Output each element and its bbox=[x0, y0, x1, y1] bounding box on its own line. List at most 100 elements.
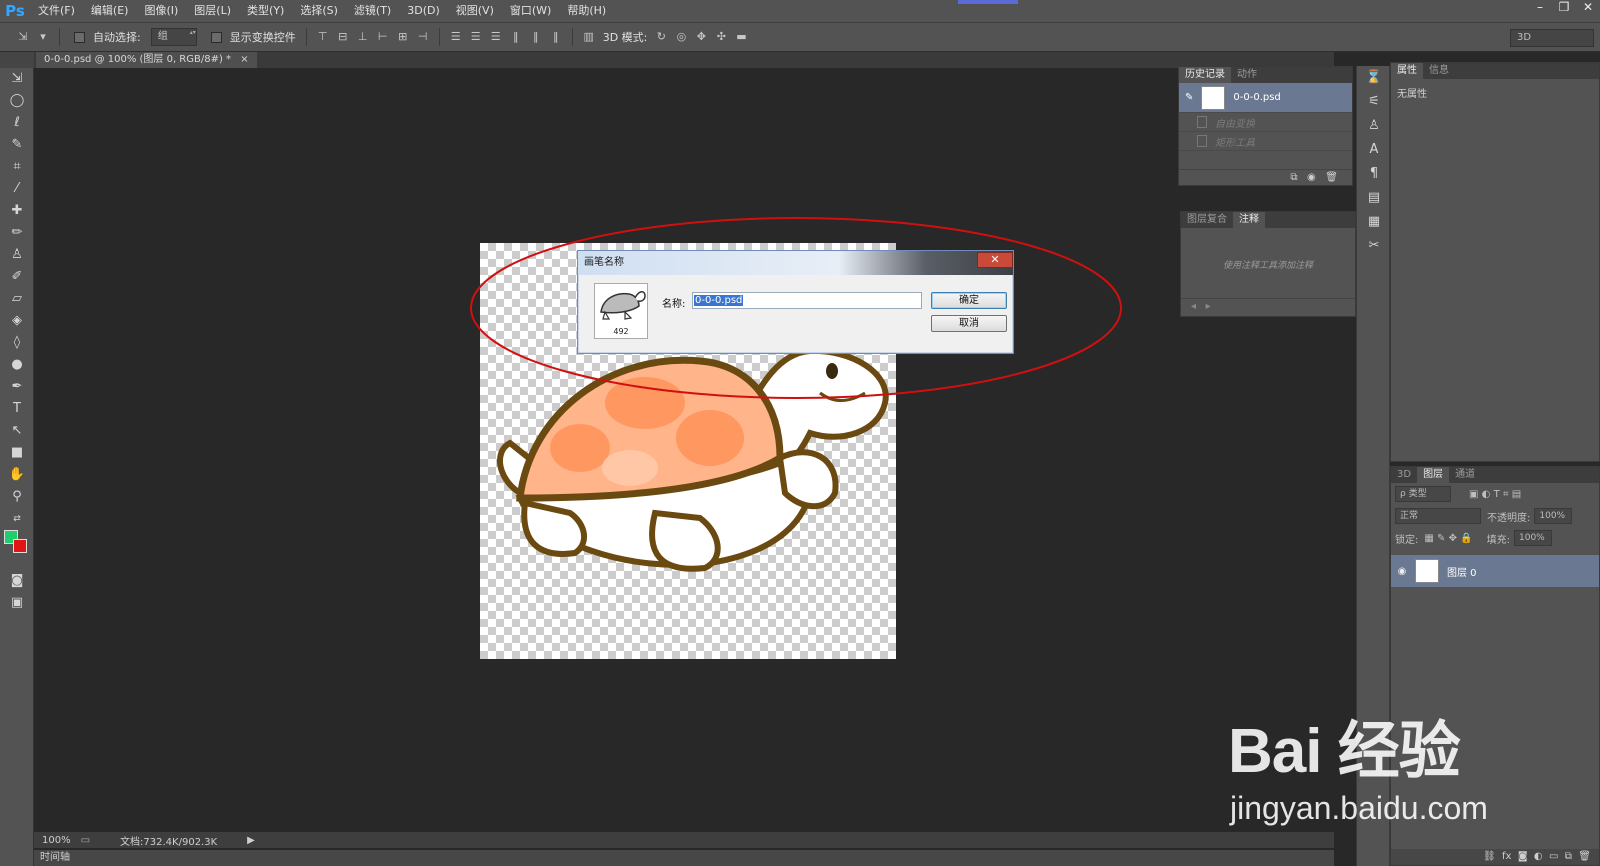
tool-preset-chevron-icon[interactable]: ▾ bbox=[36, 30, 50, 44]
history-step[interactable]: 矩形工具 bbox=[1179, 132, 1352, 151]
visibility-eye-icon[interactable]: ◉ bbox=[1391, 566, 1413, 577]
lock-position-icon[interactable]: ✥ bbox=[1449, 533, 1457, 544]
filter-pixel-icon[interactable]: ▣ bbox=[1469, 489, 1478, 500]
restore-icon[interactable]: ❐ bbox=[1552, 0, 1576, 16]
layer-row[interactable]: ◉ 图层 0 bbox=[1391, 555, 1599, 587]
prev-note-icon[interactable]: ◂ bbox=[1191, 301, 1196, 312]
ok-button[interactable]: 确定 bbox=[931, 292, 1007, 309]
trash-icon[interactable]: 🗑 bbox=[1325, 172, 1338, 183]
brush-tool-icon[interactable]: ✏ bbox=[0, 222, 34, 244]
3d-scale-icon[interactable]: ▬ bbox=[734, 30, 748, 44]
path-select-tool-icon[interactable]: ↖ bbox=[0, 420, 34, 442]
distribute-bottom-icon[interactable]: ☰ bbox=[489, 30, 503, 44]
3d-slide-icon[interactable]: ✣ bbox=[714, 30, 728, 44]
hand-tool-icon[interactable]: ✋ bbox=[0, 464, 34, 486]
background-color-swatch[interactable] bbox=[13, 539, 27, 553]
blend-mode-select[interactable]: 正常 bbox=[1395, 508, 1481, 524]
eraser-tool-icon[interactable]: ▱ bbox=[0, 288, 34, 310]
history-step[interactable]: 自由变换 bbox=[1179, 113, 1352, 132]
filter-adjust-icon[interactable]: ◐ bbox=[1482, 489, 1491, 500]
layer-comps-icon[interactable]: ▤ bbox=[1357, 186, 1391, 210]
filter-smart-icon[interactable]: ▤ bbox=[1512, 489, 1521, 500]
filter-type-icon[interactable]: T bbox=[1494, 489, 1500, 500]
move-tool-icon[interactable]: ⇲ bbox=[0, 68, 34, 90]
status-menu-arrow-icon[interactable]: ▶ bbox=[247, 835, 255, 846]
tab-history[interactable]: 历史记录 bbox=[1179, 67, 1231, 83]
camera-icon[interactable]: ◉ bbox=[1307, 172, 1316, 183]
delete-layer-icon[interactable]: 🗑 bbox=[1578, 851, 1591, 862]
3d-drag-icon[interactable]: ✥ bbox=[694, 30, 708, 44]
menu-window[interactable]: 窗口(W) bbox=[502, 0, 559, 22]
align-right-icon[interactable]: ⊣ bbox=[416, 30, 430, 44]
workspace-select[interactable]: 3D bbox=[1510, 29, 1594, 47]
move-tool-icon[interactable]: ⇲ bbox=[16, 30, 30, 44]
tab-properties[interactable]: 属性 bbox=[1391, 63, 1423, 79]
menu-3d[interactable]: 3D(D) bbox=[399, 0, 448, 22]
history-snapshot[interactable]: ✎ 0-0-0.psd bbox=[1179, 83, 1352, 113]
layer-filter-select[interactable]: ρ 类型 bbox=[1395, 486, 1451, 502]
layer-name[interactable]: 图层 0 bbox=[1447, 564, 1477, 579]
align-bottom-icon[interactable]: ⊥ bbox=[356, 30, 370, 44]
fx-icon[interactable]: fx bbox=[1502, 851, 1511, 862]
distribute-left-icon[interactable]: ‖ bbox=[509, 30, 523, 44]
dialog-close-icon[interactable]: ✕ bbox=[977, 252, 1013, 268]
blur-tool-icon[interactable]: ◊ bbox=[0, 332, 34, 354]
lock-all-icon[interactable]: 🔒 bbox=[1460, 533, 1472, 544]
rectangle-tool-icon[interactable]: ■ bbox=[0, 442, 34, 464]
distribute-vcenter-icon[interactable]: ☰ bbox=[469, 30, 483, 44]
toolbar-header[interactable] bbox=[0, 52, 34, 68]
history-brush-tool-icon[interactable]: ✐ bbox=[0, 266, 34, 288]
lock-transparent-icon[interactable]: ▦ bbox=[1424, 533, 1433, 544]
eyedropper-tool-icon[interactable]: ⁄ bbox=[0, 178, 34, 200]
filter-shape-icon[interactable]: ⌗ bbox=[1503, 489, 1509, 500]
tools-icon[interactable]: ✂ bbox=[1357, 234, 1391, 258]
document-tab[interactable]: 0-0-0.psd @ 100% (图层 0, RGB/8#) * × bbox=[36, 52, 257, 68]
paragraph-icon[interactable]: ¶ bbox=[1357, 162, 1391, 186]
new-group-icon[interactable]: ▭ bbox=[1549, 851, 1558, 862]
menu-help[interactable]: 帮助(H) bbox=[559, 0, 614, 22]
align-vcenter-icon[interactable]: ⊟ bbox=[336, 30, 350, 44]
pen-tool-icon[interactable]: ✒ bbox=[0, 376, 34, 398]
history-panel-icon[interactable]: ⌛ bbox=[1357, 66, 1391, 90]
opacity-input[interactable]: 100% bbox=[1534, 508, 1573, 524]
new-layer-icon[interactable]: ⧉ bbox=[1565, 851, 1572, 862]
lock-paint-icon[interactable]: ✎ bbox=[1437, 533, 1445, 544]
3d-rotate-icon[interactable]: ↻ bbox=[654, 30, 668, 44]
timeline-bar[interactable]: 时间轴 bbox=[34, 850, 1334, 866]
adjustment-layer-icon[interactable]: ◐ bbox=[1534, 851, 1543, 862]
adjustments-icon[interactable]: ⚟ bbox=[1357, 90, 1391, 114]
paint-bucket-tool-icon[interactable]: ◈ bbox=[0, 310, 34, 332]
tab-layer-comps[interactable]: 图层复合 bbox=[1181, 212, 1233, 228]
align-top-icon[interactable]: ⊤ bbox=[316, 30, 330, 44]
auto-select-checkbox[interactable] bbox=[74, 31, 85, 43]
tab-info[interactable]: 信息 bbox=[1423, 63, 1455, 79]
quick-mask-icon[interactable]: ◙ bbox=[0, 570, 34, 592]
notes-icon[interactable]: ▦ bbox=[1357, 210, 1391, 234]
align-left-icon[interactable]: ⊢ bbox=[376, 30, 390, 44]
distribute-right-icon[interactable]: ‖ bbox=[549, 30, 563, 44]
3d-roll-icon[interactable]: ◎ bbox=[674, 30, 688, 44]
lasso-tool-icon[interactable]: ℓ bbox=[0, 112, 34, 134]
swap-colors-icon[interactable]: ⇄ bbox=[0, 508, 34, 530]
menu-image[interactable]: 图像(I) bbox=[136, 0, 186, 22]
zoom-tool-icon[interactable]: ⚲ bbox=[0, 486, 34, 508]
add-mask-icon[interactable]: ◙ bbox=[1518, 851, 1528, 862]
quick-select-tool-icon[interactable]: ✎ bbox=[0, 134, 34, 156]
close-tab-icon[interactable]: × bbox=[240, 54, 248, 65]
menu-view[interactable]: 视图(V) bbox=[448, 0, 502, 22]
link-layers-icon[interactable]: ⛓ bbox=[1483, 851, 1496, 862]
tab-3d[interactable]: 3D bbox=[1391, 467, 1417, 483]
healing-brush-tool-icon[interactable]: ✚ bbox=[0, 200, 34, 222]
auto-align-icon[interactable]: ▥ bbox=[582, 30, 596, 44]
brush-name-input[interactable]: 0-0-0.psd bbox=[692, 292, 922, 309]
clone-source-icon[interactable]: ♙ bbox=[1357, 114, 1391, 138]
menu-filter[interactable]: 滤镜(T) bbox=[346, 0, 399, 22]
crop-tool-icon[interactable]: ⌗ bbox=[0, 156, 34, 178]
dodge-tool-icon[interactable]: ● bbox=[0, 354, 34, 376]
menu-file[interactable]: 文件(F) bbox=[30, 0, 83, 22]
next-note-icon[interactable]: ▸ bbox=[1206, 301, 1211, 312]
clone-stamp-tool-icon[interactable]: ♙ bbox=[0, 244, 34, 266]
tab-channels[interactable]: 通道 bbox=[1449, 467, 1481, 483]
type-tool-icon[interactable]: T bbox=[0, 398, 34, 420]
tab-actions[interactable]: 动作 bbox=[1231, 67, 1263, 83]
